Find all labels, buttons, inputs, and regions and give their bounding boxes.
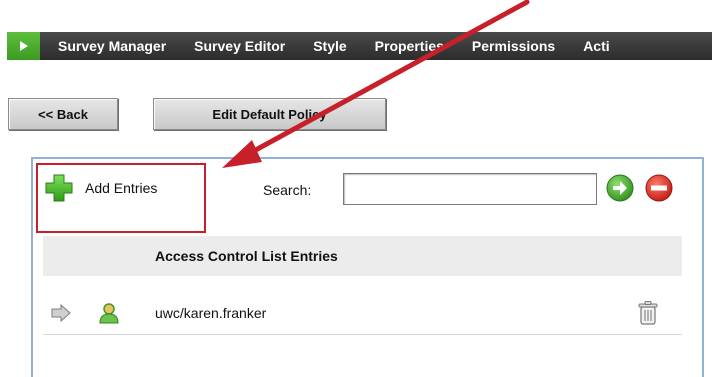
search-input[interactable] — [343, 173, 597, 205]
back-button[interactable]: << Back — [8, 98, 118, 130]
trash-icon[interactable] — [638, 301, 658, 325]
nav-activity[interactable]: Acti — [569, 38, 623, 54]
entry-name: uwc/karen.franker — [155, 305, 267, 321]
add-entries-label: Add Entries — [85, 180, 158, 196]
nav-toggle-button[interactable] — [7, 32, 40, 60]
acl-table-header: Access Control List Entries — [43, 236, 682, 276]
cancel-icon[interactable] — [645, 174, 673, 202]
top-nav-bar: Survey Manager Survey Editor Style Prope… — [7, 32, 712, 60]
table-row[interactable]: uwc/karen.franker — [43, 294, 682, 335]
nav-properties[interactable]: Properties — [361, 38, 458, 54]
user-icon — [99, 303, 119, 324]
go-arrow-icon[interactable] — [606, 174, 634, 202]
play-arrow-icon — [19, 41, 28, 51]
plus-icon — [45, 174, 73, 202]
acl-table-title: Access Control List Entries — [155, 248, 338, 264]
nav-style[interactable]: Style — [299, 38, 360, 54]
add-entries-button[interactable]: Add Entries — [45, 173, 157, 203]
search-label: Search: — [263, 182, 312, 198]
nav-permissions[interactable]: Permissions — [458, 38, 569, 54]
right-arrow-icon[interactable] — [51, 304, 71, 322]
nav-survey-manager[interactable]: Survey Manager — [40, 38, 180, 54]
nav-survey-editor[interactable]: Survey Editor — [180, 38, 299, 54]
edit-default-policy-button[interactable]: Edit Default Policy — [153, 98, 386, 130]
